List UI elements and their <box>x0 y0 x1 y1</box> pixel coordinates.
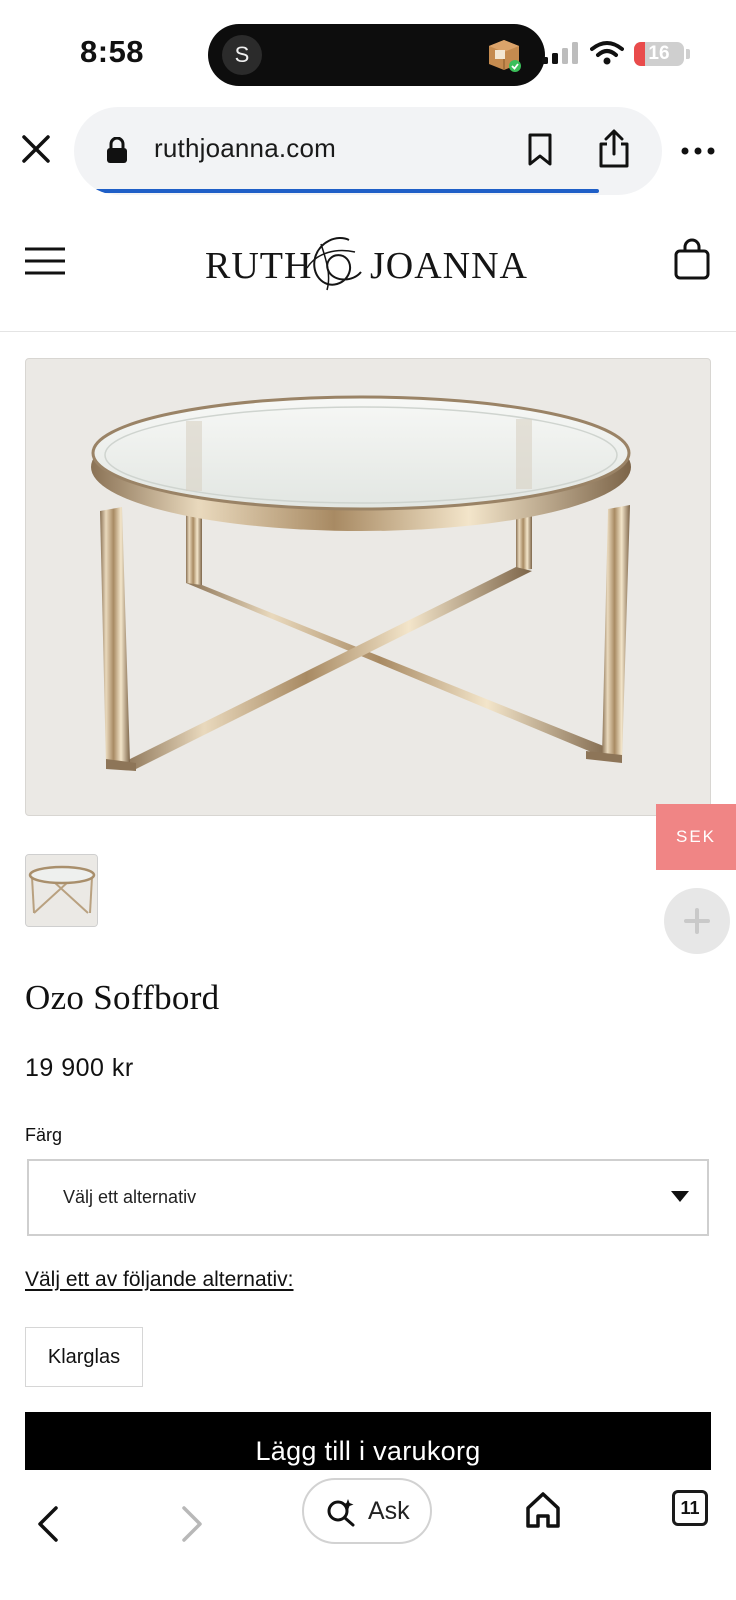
logo-text-joanna: JOANNA <box>370 245 528 287</box>
product-title: Ozo Soffbord <box>25 978 220 1017</box>
site-header: RUTH JOANNA <box>0 220 736 332</box>
site-logo[interactable]: RUTH JOANNA <box>205 234 535 294</box>
color-option-label: Färg <box>25 1125 63 1145</box>
browser-bar: ruthjoanna.com <box>0 105 736 197</box>
more-icon[interactable] <box>680 145 716 157</box>
thumbnail-image <box>26 855 97 926</box>
forward-arrow-icon[interactable] <box>176 1504 208 1544</box>
battery-nub <box>686 49 690 59</box>
signal-bars-icon <box>542 42 578 64</box>
page: 8:58 S 16 ruthjoanna.com RUTH JOANNA SEK… <box>0 0 736 1600</box>
product-price: 19 900 kr <box>25 1054 134 1082</box>
tabs-icon[interactable]: 11 <box>672 1490 708 1526</box>
browser-toolbar: Ask 11 <box>0 1470 736 1600</box>
url-text[interactable]: ruthjoanna.com <box>154 133 336 164</box>
share-icon[interactable] <box>596 129 632 169</box>
status-bar: 8:58 S 16 <box>0 0 736 100</box>
product-thumbnail[interactable] <box>25 854 98 927</box>
ask-button[interactable]: Ask <box>302 1478 432 1544</box>
lock-icon <box>107 137 127 163</box>
bookmark-icon[interactable] <box>526 133 554 167</box>
coffee-table-illustration <box>91 395 631 771</box>
currency-selector[interactable]: SEK <box>656 804 736 870</box>
status-indicators: 16 <box>542 38 692 68</box>
address-bar[interactable]: ruthjoanna.com <box>74 107 662 195</box>
island-avatar: S <box>222 35 262 75</box>
swatch-klarglas[interactable]: Klarglas <box>25 1327 143 1387</box>
alternatives-link[interactable]: Välj ett av följande alternativ: <box>25 1268 294 1292</box>
hamburger-menu-icon[interactable] <box>24 246 66 276</box>
ask-label: Ask <box>368 1497 410 1525</box>
dynamic-island: S <box>208 24 545 86</box>
product-image[interactable] <box>25 358 711 816</box>
home-icon[interactable] <box>524 1490 562 1530</box>
status-time: 8:58 <box>80 34 145 69</box>
logo-ampersand <box>306 237 362 291</box>
plus-button[interactable] <box>664 888 730 954</box>
battery-level: 16 <box>648 43 670 64</box>
chevron-down-icon <box>671 1191 689 1202</box>
shopping-bag-icon[interactable] <box>674 238 710 280</box>
color-select[interactable]: Välj ett alternativ <box>27 1159 709 1236</box>
color-select-value: Välj ett alternativ <box>63 1187 197 1207</box>
wifi-icon <box>590 41 624 65</box>
package-icon <box>489 40 521 72</box>
battery-icon: 16 <box>634 42 684 66</box>
page-load-progress <box>86 189 599 193</box>
back-arrow-icon[interactable] <box>32 1504 64 1544</box>
plus-icon <box>684 908 710 934</box>
ask-sparkle-search-icon <box>327 1499 355 1527</box>
close-icon[interactable] <box>18 131 54 167</box>
